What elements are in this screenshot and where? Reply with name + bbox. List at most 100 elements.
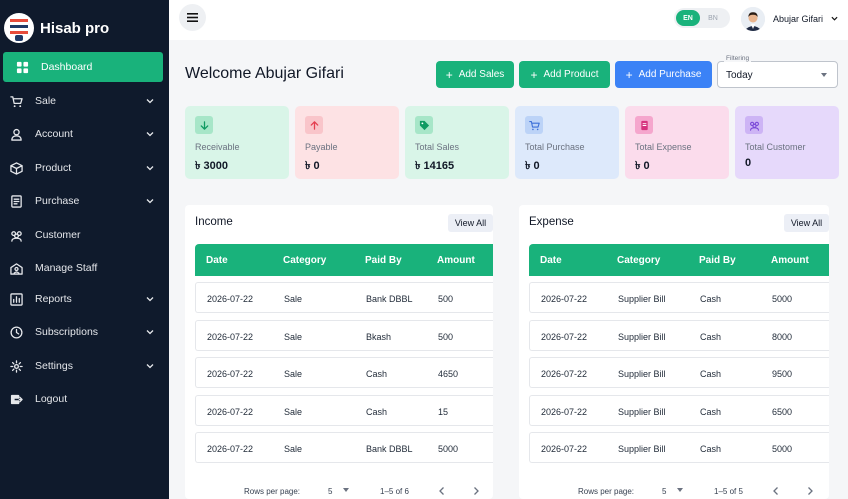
table-cell: 8000: [772, 331, 793, 342]
table-cell: 2026-07-22: [541, 369, 588, 379]
stat-card-total-purchase: Total Purchase ৳ 0: [515, 106, 619, 179]
page-title: Welcome Abujar Gifari: [185, 65, 344, 82]
lang-en-option[interactable]: EN: [676, 10, 700, 26]
brand-name: Hisab pro: [40, 19, 110, 37]
chevron-down-icon: [146, 99, 154, 104]
sidebar-item-subscriptions[interactable]: Subscriptions: [3, 317, 163, 347]
sidebar-item-dashboard[interactable]: Dashboard: [3, 52, 163, 82]
plus-icon: +: [625, 67, 633, 82]
table-cell: Bkash: [366, 331, 392, 342]
chevron-down-icon: [146, 297, 154, 302]
sidebar-item-account[interactable]: Account: [3, 119, 163, 149]
brand[interactable]: Hisab pro: [4, 12, 109, 44]
sidebar-item-manage-staff[interactable]: Manage Staff: [3, 253, 163, 283]
stat-value: 0: [745, 157, 752, 169]
add-purchase-button[interactable]: + Add Purchase: [615, 61, 712, 88]
expense-view-all-button[interactable]: View All: [784, 214, 829, 232]
arrow-down-icon: [195, 116, 213, 134]
rows-per-page-select[interactable]: 5: [662, 487, 666, 496]
sidebar-item-product[interactable]: Product: [3, 153, 163, 183]
stat-card-total-sales: Total Sales ৳ 14165: [405, 106, 509, 179]
prev-page-icon[interactable]: [772, 486, 780, 496]
stat-value: ৳ 3000: [195, 160, 229, 172]
chevron-down-icon: [146, 364, 154, 369]
column-header: Amount: [437, 255, 475, 266]
sidebar-item-logout[interactable]: Logout: [3, 384, 163, 414]
table-cell: 2026-07-22: [207, 444, 254, 454]
sidebar-item-customer[interactable]: Customer: [3, 220, 163, 250]
table-row[interactable]: 2026-07-22 Sale Cash 15: [195, 394, 493, 426]
table-cell: 500: [438, 294, 454, 304]
plus-icon: +: [530, 67, 538, 82]
cart-icon: [9, 94, 23, 108]
income-view-all-button[interactable]: View All: [448, 214, 493, 232]
table-cell: Cash: [700, 294, 722, 304]
sidebar: Hisab pro Dashboard Sale Account Product Pur…: [0, 0, 169, 499]
next-page-icon[interactable]: [472, 486, 480, 496]
prev-page-icon[interactable]: [438, 486, 446, 496]
table-cell: 2026-07-22: [207, 406, 254, 417]
clock-icon: [9, 325, 23, 339]
filter-select[interactable]: Filtering Today: [717, 55, 838, 88]
rows-per-page-select[interactable]: 5: [328, 487, 332, 496]
table-row[interactable]: 2026-07-22 Sale Bank DBBL 500: [195, 282, 493, 313]
stat-card-total-customer: Total Customer 0: [735, 106, 839, 179]
lang-bn-option[interactable]: BN: [700, 10, 726, 26]
table-row[interactable]: 2026-07-22 Supplier Bill Cash 9500: [529, 357, 829, 388]
table-cell: 2026-07-22: [207, 369, 254, 379]
chevron-down-icon[interactable]: [831, 15, 838, 22]
table-row[interactable]: 2026-07-22 Supplier Bill Cash 5000: [529, 282, 829, 313]
table-cell: 6500: [772, 406, 793, 417]
sidebar-item-label: Product: [35, 162, 72, 174]
sidebar-item-purchase[interactable]: Purchase: [3, 186, 163, 216]
next-page-icon[interactable]: [806, 486, 814, 496]
table-row[interactable]: 2026-07-22 Supplier Bill Cash 5000: [529, 432, 829, 463]
sidebar-item-sale[interactable]: Sale: [3, 86, 163, 116]
stat-label: Receivable: [195, 142, 240, 152]
table-row[interactable]: 2026-07-22 Supplier Bill Cash 6500: [529, 394, 829, 426]
add-product-button[interactable]: + Add Product: [519, 61, 610, 88]
table-cell: Supplier Bill: [618, 331, 666, 342]
caret-down-icon[interactable]: [677, 488, 683, 492]
language-toggle[interactable]: EN BN: [674, 8, 730, 28]
table-cell: Cash: [700, 406, 722, 417]
sidebar-item-reports[interactable]: Reports: [3, 284, 163, 314]
table-cell: 2026-07-22: [541, 294, 588, 304]
cart-icon: [525, 116, 543, 134]
table-row[interactable]: 2026-07-22 Supplier Bill Cash 8000: [529, 319, 829, 351]
table-cell: 15: [438, 406, 449, 417]
stat-value: ৳ 0: [305, 160, 320, 172]
table-row[interactable]: 2026-07-22 Sale Cash 4650: [195, 357, 493, 388]
logout-icon: [9, 392, 23, 406]
table-cell: Sale: [284, 369, 303, 379]
sidebar-item-label: Account: [35, 128, 73, 140]
table-cell: 2026-07-22: [541, 331, 588, 342]
gear-icon: [9, 359, 23, 373]
sidebar-item-settings[interactable]: Settings: [3, 351, 163, 381]
menu-toggle-button[interactable]: [179, 4, 206, 31]
expense-title: Expense: [529, 216, 574, 228]
chevron-down-icon: [146, 199, 154, 204]
add-sales-button[interactable]: + Add Sales: [436, 61, 514, 88]
caret-down-icon[interactable]: [343, 488, 349, 492]
expense-table-header: Date Category Paid By Amount: [529, 244, 829, 276]
avatar[interactable]: [741, 7, 765, 31]
table-cell: Sale: [284, 294, 303, 304]
receipt-icon: [9, 194, 23, 208]
sidebar-item-label: Settings: [35, 360, 73, 372]
table-row[interactable]: 2026-07-22 Sale Bkash 500: [195, 319, 493, 351]
sidebar-item-label: Dashboard: [41, 61, 93, 73]
sidebar-item-label: Manage Staff: [35, 262, 98, 274]
topbar: EN BN Abujar Gifari: [169, 0, 848, 40]
table-cell: Cash: [700, 369, 722, 379]
tag-icon: [415, 116, 433, 134]
sidebar-item-label: Purchase: [35, 195, 80, 207]
user-name[interactable]: Abujar Gifari: [773, 14, 823, 24]
filter-value: Today: [726, 70, 753, 81]
column-header: Category: [283, 255, 327, 266]
pagination-range: 1–5 of 6: [380, 487, 409, 496]
income-title: Income: [195, 216, 233, 228]
table-cell: 500: [438, 331, 454, 342]
sidebar-item-label: Reports: [35, 293, 72, 305]
table-row[interactable]: 2026-07-22 Sale Bank DBBL 5000: [195, 432, 493, 463]
